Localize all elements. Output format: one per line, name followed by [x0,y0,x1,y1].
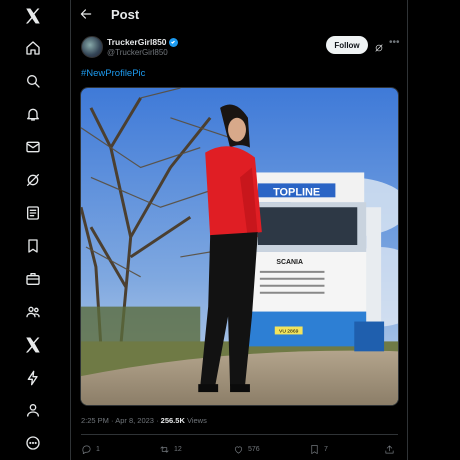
bookmarks-icon[interactable] [21,234,45,258]
display-name[interactable]: TruckerGirl850 [107,37,167,47]
author-handle[interactable]: @TruckerGirl850 [107,48,168,57]
x-logo-icon[interactable] [21,4,45,28]
share-icon [385,445,394,454]
messages-icon[interactable] [21,135,45,159]
like-count: 576 [248,446,260,453]
truck-banner-text: TOPLINE [273,186,320,198]
post-metadata: 2:25 PM · Apr 8, 2023 · 256.5K Views [81,416,207,425]
more-options-icon[interactable]: ••• [389,38,401,50]
share-button[interactable] [384,444,395,455]
search-icon[interactable] [21,69,45,93]
premium-icon[interactable] [21,333,45,357]
back-arrow-icon[interactable] [79,7,93,21]
follow-button[interactable]: Follow [326,36,368,54]
repost-button[interactable]: 12 [159,444,182,455]
grok-explain-icon[interactable] [374,40,384,52]
header: Post [71,0,407,30]
verified-orgs-icon[interactable] [21,366,45,390]
notifications-icon[interactable] [21,102,45,126]
bookmark-icon [311,445,318,454]
lists-icon[interactable] [21,201,45,225]
communities-icon[interactable] [21,300,45,324]
sidebar-nav [0,0,71,460]
views-count: 256.5K [160,416,185,425]
post-text[interactable]: #NewProfilePic [81,68,145,79]
plate-text: VU 2869 [279,328,299,334]
post-image[interactable]: TOPLINE SCANIA VU 2869 [80,87,399,406]
post-time[interactable]: 2:25 PM [81,416,109,425]
post-date[interactable]: Apr 8, 2023 [115,416,154,425]
jobs-icon[interactable] [21,267,45,291]
verified-badge-icon [168,37,178,47]
bookmark-count: 7 [324,446,328,453]
repost-icon [160,446,169,453]
more-icon[interactable] [21,431,45,455]
profile-icon[interactable] [21,398,45,422]
bookmark-button[interactable]: 7 [309,444,328,455]
heart-icon [234,446,243,454]
action-bar: 1 12 576 7 [81,444,398,458]
reply-button[interactable]: 1 [81,444,100,455]
reply-icon [82,445,91,454]
home-icon[interactable] [21,36,45,60]
views-label: Views [186,416,207,425]
avatar[interactable] [81,36,103,58]
repost-count: 12 [174,446,182,453]
grok-icon[interactable] [21,168,45,192]
divider [81,434,398,435]
reply-count: 1 [96,446,100,453]
post-detail: Post TruckerGirl850 @TruckerGirl850 Foll… [71,0,408,460]
page-title: Post [111,7,140,22]
grille-brand-text: SCANIA [276,259,303,266]
author-name[interactable]: TruckerGirl850 [107,37,178,47]
like-button[interactable]: 576 [233,444,260,455]
